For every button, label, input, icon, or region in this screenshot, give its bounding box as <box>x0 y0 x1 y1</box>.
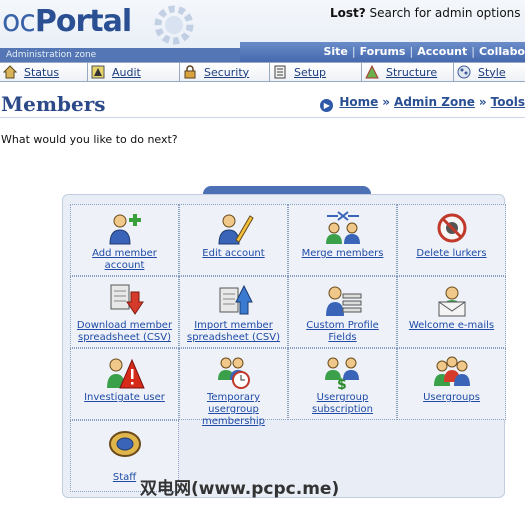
tab-audit[interactable]: Audit <box>88 63 180 81</box>
action-delete-lurkers[interactable]: Delete lurkers <box>397 204 506 276</box>
merge-members-icon <box>325 211 360 244</box>
action-download-member-spreadsheet[interactable]: Download member spreadsheet (CSV) <box>70 276 179 348</box>
breadcrumb: ▶ Home» Admin Zone» Tools <box>320 95 525 112</box>
action-usergroup-subscription[interactable]: $ Usergroup subscription <box>288 348 397 420</box>
tab-structure[interactable]: Structure <box>362 63 454 81</box>
topnav-forums[interactable]: Forums <box>360 45 406 58</box>
top-navigation: Site | Forums | Account | Collabo <box>240 42 525 62</box>
lost-label: Lost? <box>330 6 366 20</box>
breadcrumb-home[interactable]: Home <box>339 95 378 109</box>
delete-lurkers-icon <box>437 213 466 243</box>
action-label: Download member spreadsheet (CSV) <box>76 320 173 343</box>
setup-checklist-icon <box>274 65 286 79</box>
action-merge-members[interactable]: Merge members <box>288 204 397 276</box>
style-palette-icon <box>457 65 471 79</box>
next-action-prompt: What would you like to do next? <box>1 133 178 146</box>
ocportal-logo[interactable]: ocPortal <box>2 2 132 42</box>
action-welcome-emails[interactable]: Welcome e-mails <box>397 276 506 348</box>
security-lock-icon <box>184 65 196 79</box>
breadcrumb-tools[interactable]: Tools <box>491 95 525 109</box>
admin-tab-bar: Status Audit Security Setup Structure St… <box>0 62 525 82</box>
topnav-account[interactable]: Account <box>417 45 467 58</box>
action-temporary-usergroup-membership[interactable]: Temporary usergroup membership <box>179 348 288 427</box>
add-member-icon <box>108 214 141 245</box>
tab-structure-label: Structure <box>386 65 438 79</box>
action-label: Add member account <box>92 248 157 271</box>
tab-style-label: Style <box>478 65 506 79</box>
temporary-membership-icon <box>217 357 250 389</box>
tab-security-label: Security <box>204 65 250 79</box>
logo-oc-text: oc <box>2 4 36 39</box>
welcome-email-icon <box>438 286 465 317</box>
investigate-user-icon <box>106 358 145 389</box>
action-import-member-spreadsheet[interactable]: Import member spreadsheet (CSV) <box>179 276 288 348</box>
topnav-collaboration[interactable]: Collabo <box>479 45 525 58</box>
staff-badge-icon <box>108 431 141 457</box>
download-csv-icon <box>110 284 144 315</box>
tab-audit-label: Audit <box>112 65 141 79</box>
structure-triangle-icon <box>365 65 379 79</box>
action-label: Merge members <box>301 248 384 259</box>
action-label: Temporary usergroup membership <box>202 392 265 427</box>
tab-security[interactable]: Security <box>180 63 270 81</box>
tab-style[interactable]: Style <box>454 63 525 81</box>
tab-status[interactable]: Status <box>0 63 88 81</box>
lost-search-text: Search for admin options he <box>365 6 525 20</box>
action-label: Delete lurkers <box>416 248 487 259</box>
action-usergroups[interactable]: Usergroups <box>397 348 506 420</box>
title-divider <box>0 117 525 118</box>
action-investigate-user[interactable]: Investigate user <box>70 348 179 420</box>
gear-icon <box>154 5 194 45</box>
custom-profile-fields-icon <box>325 286 361 316</box>
edit-account-icon <box>217 214 254 245</box>
page-title: Members <box>1 92 106 116</box>
action-label: Edit account <box>202 248 265 259</box>
action-label: Import member spreadsheet (CSV) <box>186 320 280 343</box>
usergroup-subscription-icon: $ <box>324 357 359 390</box>
action-custom-profile-fields[interactable]: Custom Profile Fields <box>288 276 397 348</box>
lost-search-hint[interactable]: Lost? Search for admin options he <box>330 6 525 20</box>
breadcrumb-admin-zone[interactable]: Admin Zone <box>394 95 475 109</box>
audit-warning-icon <box>91 65 105 79</box>
tab-setup[interactable]: Setup <box>270 63 362 81</box>
action-edit-account[interactable]: Edit account <box>179 204 288 276</box>
svg-text:$: $ <box>337 377 347 390</box>
site-header: ocPortal Administration zone Lost? Searc… <box>0 0 525 62</box>
tab-setup-label: Setup <box>294 65 327 79</box>
import-csv-icon <box>219 284 253 315</box>
action-label: Custom Profile Fields <box>306 320 379 343</box>
action-label: Welcome e-mails <box>408 320 495 331</box>
action-add-member-account[interactable]: Add member account <box>70 204 179 276</box>
topnav-site[interactable]: Site <box>323 45 347 58</box>
admin-zone-label: Administration zone <box>0 48 240 62</box>
house-icon <box>3 65 17 79</box>
usergroups-icon <box>433 356 470 386</box>
logo-portal-text: Portal <box>34 4 132 39</box>
tab-status-label: Status <box>24 65 60 79</box>
breadcrumb-arrow-icon: ▶ <box>320 99 334 112</box>
action-label: Usergroups <box>423 392 480 403</box>
watermark-text: 双电网(www.pcpc.me) <box>140 479 340 499</box>
action-label: Usergroup subscription <box>312 392 373 415</box>
action-label: Investigate user <box>84 392 165 403</box>
